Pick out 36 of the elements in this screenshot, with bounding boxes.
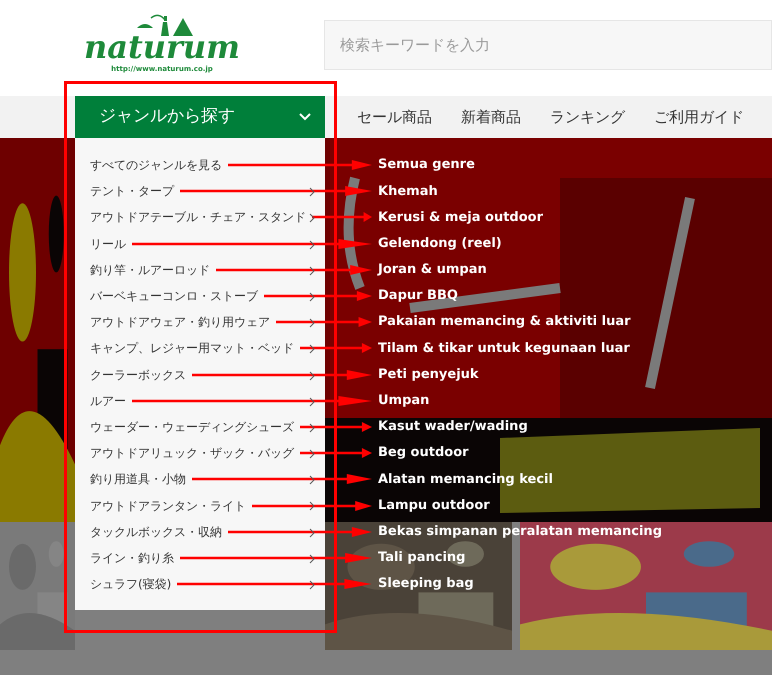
genre-menu-item[interactable]: ウェーダー・ウェーディングシューズ xyxy=(90,418,294,436)
arrow-icon xyxy=(192,473,372,486)
genre-menu-item[interactable]: アウトドアリュック・ザック・バッグ xyxy=(90,444,294,462)
nav-link[interactable]: ご利用ガイド xyxy=(654,106,744,128)
genre-menu-item[interactable]: リール xyxy=(90,234,126,253)
genre-menu-item[interactable]: クーラーボックス xyxy=(90,366,186,384)
genre-menu-item[interactable]: シュラフ(寝袋) xyxy=(90,575,172,594)
genre-menu-item[interactable]: 釣り竿・ルアーロッド xyxy=(90,260,210,279)
genre-menu-item[interactable]: タックルボックス・収納 xyxy=(90,522,222,541)
annotation-label: Tali pancing xyxy=(378,549,466,568)
arrow-icon xyxy=(177,578,372,590)
genre-menu-item[interactable]: 釣り用道具・小物 xyxy=(90,470,186,488)
arrow-icon xyxy=(180,185,372,198)
genre-menu-item[interactable]: バーベキューコンロ・ストーブ xyxy=(90,287,258,306)
annotation-label: Bekas simpanan peralatan memancing xyxy=(378,522,662,541)
arrow-icon xyxy=(132,238,372,250)
genre-menu-item[interactable]: アウトドアテーブル・チェア・スタンド xyxy=(90,208,306,226)
arrow-icon xyxy=(192,368,372,381)
genre-menu-item[interactable]: ルアー xyxy=(90,392,126,410)
annotation-label: Sleeping bag xyxy=(378,575,474,594)
genre-menu-item[interactable]: アウトドアウェア・釣り用ウェア xyxy=(90,313,270,332)
nav-link[interactable]: セール商品 xyxy=(357,106,432,128)
genre-menu-item[interactable]: ライン・釣り糸 xyxy=(90,548,174,567)
arrow-icon xyxy=(180,552,372,564)
genre-button[interactable]: ジャンルから探す xyxy=(75,96,325,138)
nav-link[interactable]: ランキング xyxy=(550,106,625,128)
nav-link[interactable]: 新着商品 xyxy=(461,106,521,128)
genre-menu-item[interactable]: キャンプ、レジャー用マット・ベッド xyxy=(90,339,294,358)
genre-menu-item[interactable]: すべてのジャンルを見る xyxy=(90,156,222,174)
search-field[interactable]: 検索キーワードを入力 xyxy=(324,20,772,70)
genre-menu-item[interactable]: アウトドアランタン・ライト xyxy=(90,496,246,515)
chevron-icon xyxy=(299,113,311,121)
arrow-icon xyxy=(228,526,372,538)
genre-menu-item[interactable]: テント・タープ xyxy=(90,182,174,200)
arrow-icon xyxy=(132,394,372,407)
logo-wordmark: naturum xyxy=(84,30,240,64)
